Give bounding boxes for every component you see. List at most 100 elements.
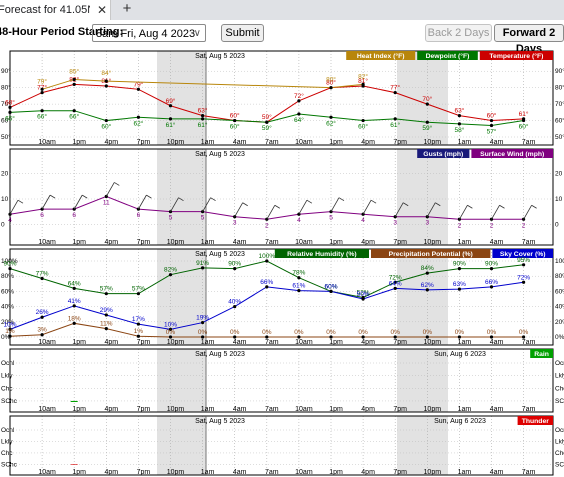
forward-2-days-button[interactable]: Forward 2 Days — [494, 24, 564, 55]
dewpoint-data-label: 60° — [230, 123, 240, 131]
dewpoint-data-label: 59° — [422, 124, 432, 132]
x-tick-label: 4pm — [104, 469, 118, 476]
surface-wind-data-label: 6 — [40, 212, 44, 219]
dewpoint-point — [168, 117, 173, 121]
x-tick-label: 7pm — [137, 406, 151, 413]
y-tick-label-right: Lkly — [555, 373, 564, 380]
dewpoint-data-label: 61° — [166, 121, 176, 129]
wind-barb-flag — [242, 202, 248, 207]
sky-cover-data-label: 50% — [357, 291, 370, 298]
forecast-graph: 10am 1pm 4pm 7pm 10pm 1am 4am 7am 10am 1pm 4pm 7pm 1… — [1, 50, 564, 476]
back-2-days-button[interactable]: Back 2 Days — [425, 24, 492, 42]
y-tick-label-right: 50° — [555, 133, 564, 141]
x-tick-label: 7pm — [393, 406, 407, 413]
dewpoint-point — [457, 122, 461, 126]
browser-tab[interactable]: Forecast for 41.05N 8... ✕ — [0, 0, 111, 20]
wind-barb-flag — [370, 199, 377, 204]
dewpoint-point — [393, 117, 397, 121]
x-tick-label: 10pm — [424, 469, 442, 476]
x-tick-label: 10am — [295, 406, 313, 413]
y-tick-label-right: 10 — [555, 196, 563, 203]
x-tick-label: 4am — [490, 469, 504, 476]
x-tick-label: 10pm — [167, 339, 185, 346]
surface-wind-data-label: 6 — [72, 212, 76, 219]
y-tick-label-right: SChc — [555, 398, 564, 405]
y-tick-label-right: 0 — [555, 221, 559, 228]
wind-barb-flag — [81, 194, 88, 199]
x-tick-label: 7pm — [393, 339, 407, 346]
temperature-data-label: 77° — [390, 84, 400, 92]
temperature-data-label: 59° — [262, 113, 272, 121]
x-tick-label: 10pm — [424, 239, 442, 246]
temperature-data-label: 63° — [454, 107, 464, 115]
wind-barb-flag — [274, 204, 281, 209]
precip-potential-data-label: 0% — [487, 329, 497, 336]
x-tick-label: 4am — [490, 139, 504, 146]
precip-potential-data-label: 0% — [390, 329, 400, 336]
precip-potential-data-label: 0% — [198, 329, 208, 336]
x-tick-label: 4pm — [361, 406, 375, 413]
close-icon[interactable]: ✕ — [97, 0, 107, 20]
dewpoint-point — [104, 118, 108, 123]
dewpoint-data-label: 61° — [198, 121, 208, 129]
dewpoint-point — [201, 117, 205, 121]
x-tick-label: 1am — [201, 239, 215, 246]
period-select-value: 8am Fri, Aug 4 2023 — [96, 28, 196, 40]
surface-wind-data-label: 5 — [329, 215, 333, 222]
precip-potential-data-label: 0% — [294, 329, 304, 336]
x-tick-label: 10pm — [167, 239, 185, 246]
dewpoint-data-label: 64° — [294, 116, 304, 124]
x-tick-label: 1pm — [329, 339, 343, 346]
x-tick-label: 4pm — [104, 139, 118, 146]
sky-cover-data-label: 41% — [68, 298, 81, 305]
x-tick-label: 7am — [265, 239, 279, 246]
period-select[interactable]: 8am Fri, Aug 4 2023 ∨ — [92, 24, 206, 42]
dewpoint-point — [522, 118, 526, 123]
x-tick-label: 10am — [295, 469, 313, 476]
surface-wind-data-label: 6 — [137, 212, 141, 219]
temperature-data-label: 60° — [230, 112, 240, 120]
wind-barb — [298, 200, 308, 215]
legend-label: Thunder — [522, 418, 550, 425]
x-tick-label: 7am — [265, 406, 279, 413]
x-tick-label: 10pm — [167, 406, 185, 413]
wind-barb-flag — [531, 204, 537, 209]
y-tick-label: Chc — [1, 385, 13, 392]
x-tick-label: 7pm — [137, 139, 151, 146]
x-tick-label: 1pm — [72, 469, 86, 476]
x-tick-label: 7am — [265, 339, 279, 346]
wind-barb — [266, 205, 276, 220]
x-tick-label: 4pm — [361, 239, 375, 246]
x-tick-label: 1am — [458, 239, 472, 246]
surface-wind-data-label: 3 — [233, 220, 237, 227]
day-label: Sat, Aug 5 2023 — [195, 351, 245, 358]
x-tick-label: 1am — [201, 469, 215, 476]
x-tick-label: 1pm — [329, 239, 343, 246]
legend-label: Temperature (°F) — [489, 52, 543, 60]
y-tick-label-right: 80° — [555, 84, 564, 92]
submit-button[interactable]: Submit — [221, 24, 264, 42]
wind-barb — [459, 205, 468, 220]
dewpoint-point — [233, 118, 237, 123]
x-tick-label: 4am — [490, 239, 504, 246]
x-tick-label: 7am — [522, 406, 536, 413]
relative-humidity-data-label: 90% — [453, 261, 466, 268]
legend-label: Rain — [534, 351, 549, 358]
precip-potential-data-label: 3% — [37, 327, 47, 334]
tab-title: Forecast for 41.05N 8... — [0, 4, 90, 16]
x-tick-label: 10pm — [424, 139, 442, 146]
temperature-data-label: 69° — [166, 97, 176, 105]
x-tick-label: 10pm — [424, 406, 442, 413]
x-tick-label: 10am — [295, 139, 313, 146]
night-shade — [157, 149, 206, 245]
x-tick-label: 1am — [201, 339, 215, 346]
y-tick-label-right: Chc — [555, 450, 564, 457]
x-tick-label: 10am — [38, 469, 56, 476]
x-tick-label: 1am — [458, 139, 472, 146]
x-tick-label: 10am — [295, 239, 313, 246]
y-tick-label-right: 40% — [555, 304, 564, 311]
x-tick-label: 1pm — [72, 139, 86, 146]
x-tick-label: 1pm — [329, 139, 343, 146]
plus-icon[interactable]: + — [117, 0, 137, 20]
dewpoint-point — [489, 123, 494, 128]
